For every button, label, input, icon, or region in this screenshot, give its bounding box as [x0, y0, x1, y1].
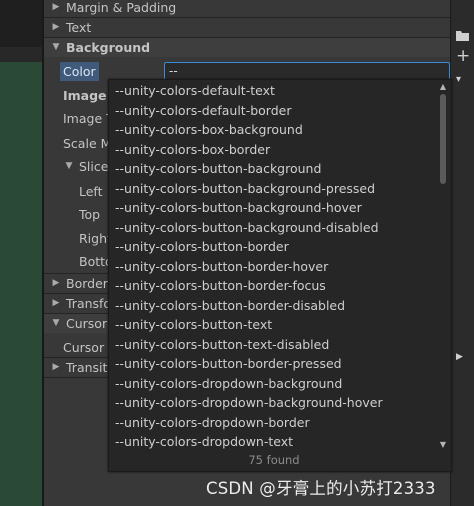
- scroll-up-arrow-icon[interactable]: ▲: [438, 82, 448, 92]
- dropdown-option[interactable]: --unity-colors-dropdown-background: [115, 374, 342, 394]
- property-label: Left: [79, 184, 103, 199]
- property-label: Cursor I: [63, 340, 112, 355]
- foldout-arrow-icon: ▶: [52, 2, 60, 12]
- add-icon[interactable]: +: [456, 48, 470, 65]
- dropdown-option[interactable]: --unity-colors-dropdown-background-hover: [115, 393, 383, 413]
- dropdown-option[interactable]: --unity-colors-button-border-hover: [115, 257, 328, 277]
- dropdown-option[interactable]: --unity-colors-button-background-disable…: [115, 218, 379, 238]
- section-label: Margin & Padding: [66, 0, 177, 15]
- section-label: Cursor: [66, 316, 108, 331]
- color-property-label: Color: [60, 62, 99, 81]
- chevron-down-icon[interactable]: ▾: [456, 74, 461, 85]
- toolbar-edge: [0, 0, 42, 47]
- dropdown-option[interactable]: --unity-colors-dropdown-text: [115, 432, 293, 452]
- right-side-panel: + ▾ ▶: [450, 0, 474, 506]
- dropdown-option[interactable]: --unity-colors-default-text: [115, 81, 275, 101]
- property-label: Scale M: [63, 136, 112, 151]
- property-label: Image: [63, 88, 107, 103]
- dropdown-option[interactable]: --unity-colors-button-background-hover: [115, 198, 362, 218]
- dropdown-option[interactable]: --unity-colors-dropdown-border: [115, 413, 310, 433]
- dropdown-option[interactable]: --unity-colors-default-border: [115, 101, 292, 121]
- scene-view-edge: [0, 62, 42, 506]
- section-label: Border: [66, 276, 108, 291]
- dropdown-option[interactable]: --unity-colors-box-border: [115, 140, 270, 160]
- section-label: Background: [66, 40, 151, 55]
- foldout-arrow-icon: ▼: [52, 318, 60, 328]
- foldout-arrow-icon: ▼: [65, 161, 73, 171]
- dropdown-option[interactable]: --unity-colors-button-background-pressed: [115, 179, 375, 199]
- foldout-arrow-icon: ▶: [52, 362, 60, 372]
- watermark-text: CSDN @牙膏上的小苏打2333: [206, 479, 436, 498]
- section-background[interactable]: ▼ Background: [44, 38, 450, 57]
- section-text[interactable]: ▶ Text: [44, 18, 450, 37]
- section-label: Slice: [79, 159, 109, 174]
- dropdown-option[interactable]: --unity-colors-button-text-disabled: [115, 335, 329, 355]
- section-label: Transiti: [66, 360, 111, 375]
- property-label: Right: [79, 231, 112, 246]
- scroll-thumb[interactable]: [440, 94, 446, 184]
- property-label: Image T: [63, 111, 114, 126]
- section-label: Transfo: [66, 296, 112, 311]
- dropdown-option[interactable]: --unity-colors-button-background: [115, 159, 321, 179]
- dropdown-option[interactable]: --unity-colors-box-background: [115, 120, 303, 140]
- dropdown-option[interactable]: --unity-colors-button-border-disabled: [115, 296, 345, 316]
- dropdown-option[interactable]: --unity-colors-button-border: [115, 237, 289, 257]
- scroll-down-arrow-icon[interactable]: ▼: [438, 440, 448, 450]
- dropdown-scrollbar[interactable]: ▲ ▼: [438, 82, 448, 452]
- dropdown-option[interactable]: --unity-colors-button-border-focus: [115, 276, 326, 296]
- chevron-right-icon[interactable]: ▶: [456, 352, 463, 362]
- results-count: 75 found: [248, 453, 300, 467]
- dropdown-option[interactable]: --unity-colors-button-border-pressed: [115, 354, 342, 374]
- foldout-arrow-icon: ▶: [52, 298, 60, 308]
- section-label: Text: [66, 20, 92, 35]
- foldout-arrow-icon: ▼: [52, 42, 60, 52]
- section-margin-padding[interactable]: ▶ Margin & Padding: [44, 0, 450, 17]
- dropdown-option[interactable]: --unity-colors-button-text: [115, 315, 272, 335]
- foldout-arrow-icon: ▶: [52, 278, 60, 288]
- variable-completion-dropdown: --unity-colors-default-text --unity-color…: [108, 79, 452, 472]
- property-label: Top: [79, 207, 101, 222]
- folder-icon[interactable]: [456, 30, 469, 44]
- foldout-arrow-icon: ▶: [52, 22, 60, 32]
